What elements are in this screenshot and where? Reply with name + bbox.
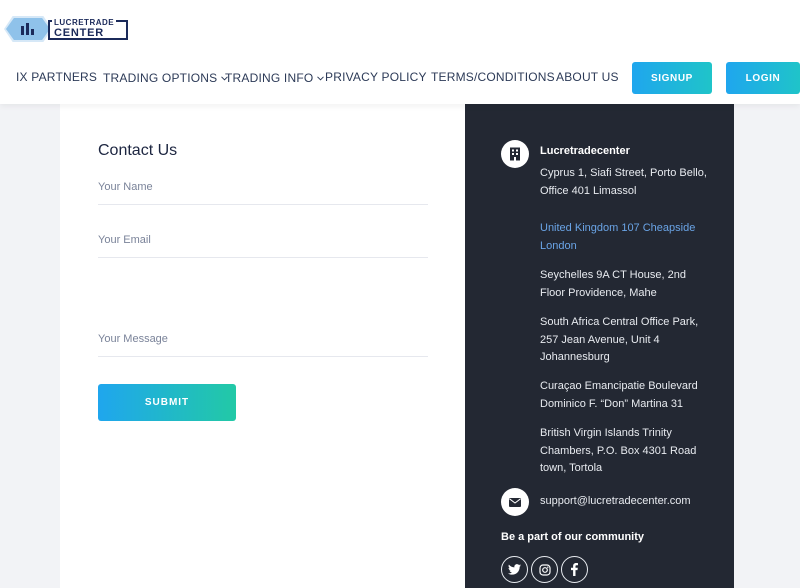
nav-item-trading-info[interactable]: TRADING INFO — [225, 70, 325, 85]
nav-label: IX PARTNERS — [16, 70, 98, 84]
main-nav: IX PARTNERS TRADING OPTIONS TRADING INFO… — [0, 62, 620, 92]
name-placeholder: Your Name — [98, 181, 153, 193]
email-field[interactable]: Your Email — [98, 230, 428, 258]
instagram-icon[interactable] — [531, 556, 558, 583]
nav-item-privacy-policy[interactable]: PRIVACY POLICY — [325, 70, 427, 84]
message-field[interactable]: Your Message — [98, 329, 428, 357]
logo-text-bottom: CENTER — [54, 27, 105, 39]
building-icon — [501, 140, 529, 168]
nav-item-trading-options[interactable]: TRADING OPTIONS — [103, 70, 229, 85]
nav-item-about-us[interactable]: ABOUT US — [556, 70, 619, 84]
address-south-africa: South Africa Central Office Park, 257 Je… — [540, 316, 699, 363]
address-united-kingdom[interactable]: United Kingdom 107 Cheapside London — [540, 220, 710, 255]
community-heading: Be a part of our community — [501, 531, 645, 543]
chevron-down-icon — [317, 70, 325, 84]
signup-button[interactable]: SIGNUP — [632, 62, 712, 94]
address-seychelles: Seychelles 9A CT House, 2nd Floor Provid… — [540, 269, 686, 299]
nav-label: ABOUT US — [556, 70, 619, 84]
nav-label: TRADING INFO — [225, 71, 314, 85]
email-placeholder: Your Email — [98, 234, 151, 246]
contact-info-panel: Lucretradecenter Cyprus 1, Siafi Street,… — [465, 104, 734, 588]
company-name: Lucretradecenter — [540, 145, 630, 157]
address-british-virgin-islands: British Virgin Islands Trinity Chambers,… — [540, 427, 697, 474]
bar-chart-icon — [21, 23, 37, 35]
nav-label: PRIVACY POLICY — [325, 70, 427, 84]
address-cyprus: Cyprus 1, Siafi Street, Porto Bello, Off… — [540, 167, 707, 197]
support-email[interactable]: support@lucretradecenter.com — [540, 495, 691, 507]
nav-label: TRADING OPTIONS — [103, 71, 218, 85]
nav-item-ix-partners[interactable]: IX PARTNERS — [16, 70, 97, 84]
facebook-icon[interactable] — [561, 556, 588, 583]
nav-label: TERMS/CONDITIONS — [431, 70, 555, 84]
contact-title: Contact Us — [98, 142, 178, 159]
nav-item-terms-conditions[interactable]: TERMS/CONDITIONS — [431, 70, 555, 84]
logo[interactable]: LUCRETRADE CENTER — [4, 14, 128, 44]
envelope-icon — [501, 488, 529, 516]
twitter-icon[interactable] — [501, 556, 528, 583]
message-placeholder: Your Message — [98, 333, 168, 345]
address-curacao: Curaçao Emancipatie Boulevard Dominico F… — [540, 380, 698, 410]
submit-button[interactable]: SUBMIT — [98, 384, 236, 421]
contact-form-card: Contact Us Your Name Your Email Your Mes… — [60, 104, 465, 588]
logo-text-top: LUCRETRADE — [52, 18, 117, 27]
name-field[interactable]: Your Name — [98, 177, 428, 205]
site-header: LUCRETRADE CENTER IX PARTNERS TRADING OP… — [0, 0, 800, 104]
login-button[interactable]: LOGIN — [726, 62, 800, 94]
